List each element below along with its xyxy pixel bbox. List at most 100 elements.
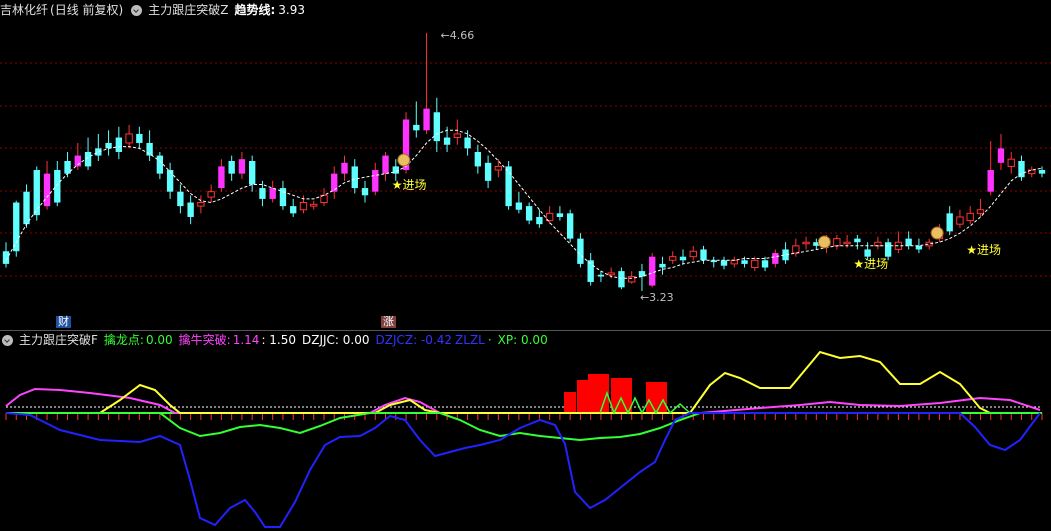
period-adjust[interactable]: (日线 前复权) bbox=[50, 0, 123, 20]
money-bag-icon bbox=[397, 153, 411, 167]
candle-body bbox=[966, 212, 974, 222]
candle-body bbox=[669, 256, 677, 261]
candle-body bbox=[474, 151, 482, 167]
qniu-value: 1.14 bbox=[232, 333, 260, 347]
indicator-chart[interactable] bbox=[0, 350, 1051, 530]
candle-body bbox=[13, 202, 20, 252]
candle-body bbox=[95, 148, 102, 156]
candle-body bbox=[515, 202, 523, 210]
candlestick-chart[interactable]: ←4.66 ←3.23 ★进场 ★进场 ★进场 bbox=[0, 18, 1051, 330]
candle-body bbox=[290, 206, 297, 214]
candle-body bbox=[751, 259, 759, 269]
candle-body bbox=[792, 245, 800, 254]
candle-body bbox=[843, 241, 851, 245]
upper-header: 吉林化纤 (日线 前复权) 主力跟庄突破Z 趋势线: 3.93 bbox=[0, 0, 311, 20]
candle-body bbox=[372, 170, 379, 192]
candle-body bbox=[2, 251, 10, 264]
candle-body bbox=[1038, 170, 1046, 174]
red-bar bbox=[588, 374, 609, 413]
candle-body bbox=[269, 188, 276, 199]
candle-body bbox=[525, 206, 533, 221]
candle-body bbox=[54, 170, 61, 203]
candle-body bbox=[730, 259, 738, 265]
candle-body bbox=[987, 170, 994, 192]
red-bar bbox=[646, 382, 667, 413]
candle-body bbox=[351, 166, 358, 189]
candle-body bbox=[177, 191, 184, 207]
candle-body bbox=[484, 162, 492, 181]
lower-indicator-menu-icon[interactable] bbox=[2, 334, 13, 346]
candle-body bbox=[915, 245, 923, 250]
candle-body bbox=[64, 161, 71, 174]
sep-dot: · bbox=[487, 333, 492, 347]
magenta-line bbox=[5, 387, 1041, 414]
low-label: ←3.23 bbox=[640, 291, 674, 304]
candle-body bbox=[649, 256, 656, 286]
candle-body bbox=[423, 108, 430, 131]
candle-body bbox=[443, 137, 451, 145]
candle-body bbox=[720, 260, 728, 266]
candle-body bbox=[187, 202, 194, 217]
candle-body bbox=[494, 165, 503, 171]
dzjjc-value: DZJJC: 0.00 bbox=[302, 333, 370, 347]
candle-body bbox=[166, 170, 174, 192]
candle-body bbox=[628, 276, 636, 283]
candle-body bbox=[679, 256, 687, 261]
candle-body bbox=[689, 250, 697, 258]
candle-body bbox=[556, 213, 564, 217]
candle-body bbox=[218, 166, 225, 189]
lower-header: 主力跟庄突破F 擒龙点: 0.00 擒牛突破: 1.14 : 1.50 DZJJ… bbox=[0, 330, 554, 350]
candle-body bbox=[833, 238, 841, 247]
qniu-label: 擒牛突破: bbox=[178, 333, 231, 347]
candle-body bbox=[453, 133, 462, 139]
dzjcz-value: DZJCZ: -0.42 bbox=[375, 333, 453, 347]
candle-body bbox=[884, 242, 892, 257]
qniu-value2: : 1.50 bbox=[261, 333, 297, 347]
candle-body bbox=[382, 155, 389, 174]
candle-body bbox=[413, 124, 420, 131]
cai-tag[interactable]: 财 bbox=[56, 316, 71, 328]
candle-body bbox=[238, 159, 246, 174]
entry-signal: ★进场 bbox=[966, 243, 1001, 257]
candle-body bbox=[854, 238, 861, 243]
candle-body bbox=[248, 161, 256, 185]
candle-body bbox=[976, 209, 985, 214]
candle-body bbox=[905, 238, 912, 246]
money-bag-icon bbox=[817, 235, 831, 249]
candle-body bbox=[146, 142, 153, 156]
candle-body bbox=[761, 260, 769, 268]
zhang-tag[interactable]: 涨 bbox=[381, 316, 396, 328]
candle-body bbox=[802, 241, 810, 245]
candle-body bbox=[259, 188, 266, 199]
candle-body bbox=[597, 274, 605, 277]
candle-body bbox=[433, 112, 440, 142]
lower-indicator-name[interactable]: 主力跟庄突破F bbox=[19, 330, 98, 350]
candle-body bbox=[700, 249, 707, 261]
candle-body bbox=[341, 162, 348, 174]
qlong-value: 0.00 bbox=[145, 333, 173, 347]
candle-body bbox=[946, 213, 953, 232]
candle-body bbox=[125, 133, 133, 144]
candle-body bbox=[207, 191, 215, 198]
candle-body bbox=[577, 238, 584, 264]
stock-name[interactable]: 吉林化纤 bbox=[0, 0, 48, 20]
qlong-label: 擒龙点: bbox=[103, 333, 144, 347]
indicator-menu-icon[interactable] bbox=[131, 4, 143, 16]
entry-signal: ★进场 bbox=[853, 257, 888, 271]
candle-body bbox=[33, 170, 40, 216]
candle-body bbox=[997, 148, 1005, 163]
candle-body bbox=[741, 260, 748, 264]
candle-body bbox=[361, 188, 369, 196]
trend-value: 3.93 bbox=[278, 3, 305, 17]
candle-body bbox=[864, 249, 871, 257]
trend-label: 趋势线: bbox=[234, 3, 276, 17]
high-label: ←4.66 bbox=[441, 29, 475, 42]
red-bar bbox=[577, 380, 588, 413]
candle-body bbox=[23, 191, 30, 225]
candle-body bbox=[607, 272, 615, 276]
candle-body bbox=[43, 173, 51, 207]
candle-body bbox=[197, 202, 205, 207]
upper-indicator-name[interactable]: 主力跟庄突破Z bbox=[148, 0, 228, 20]
candle-body bbox=[1007, 158, 1015, 167]
red-bar bbox=[564, 392, 576, 413]
